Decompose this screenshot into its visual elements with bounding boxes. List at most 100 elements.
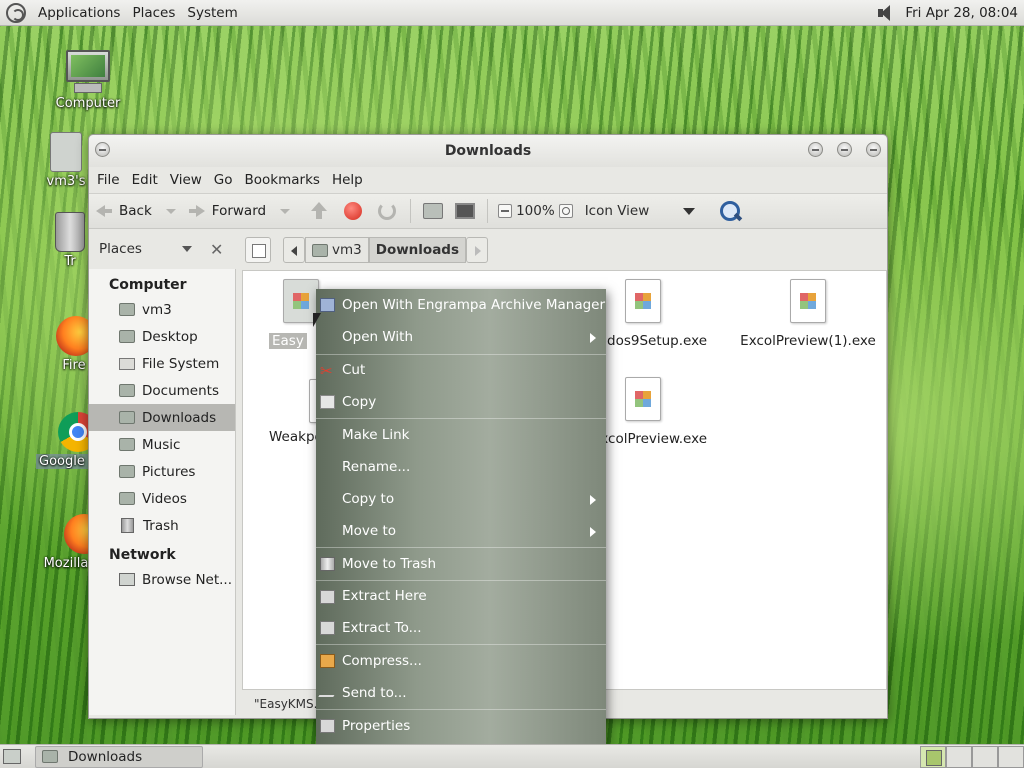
forward-button[interactable]: Forward	[188, 202, 266, 220]
context-menu-item-properties[interactable]: Properties	[316, 708, 606, 741]
menu-go[interactable]: Go	[208, 172, 239, 188]
context-menu-label: Move to Trash	[342, 556, 437, 573]
sidebar-item-label: Desktop	[142, 328, 198, 345]
context-menu-item-make-link[interactable]: Make Link	[316, 418, 606, 450]
forward-history-dropdown[interactable]	[280, 208, 291, 214]
taskbar-item-downloads[interactable]: Downloads	[35, 745, 203, 768]
sidebar-item-label: vm3	[142, 301, 172, 318]
chrome-icon	[58, 412, 90, 452]
network-icon	[119, 573, 135, 586]
desktop-icon-trash[interactable]: Tr	[48, 212, 92, 269]
context-menu-label: Extract Here	[342, 588, 427, 605]
reload-icon[interactable]	[378, 202, 397, 220]
context-menu-label: Copy to	[342, 490, 395, 507]
sidebar-item-trash[interactable]: Trash	[89, 512, 235, 539]
extract-icon	[320, 589, 335, 604]
desktop-icon-label: vm3's	[46, 174, 86, 189]
system-menu[interactable]: System	[181, 5, 243, 21]
menu-edit[interactable]: Edit	[126, 172, 164, 188]
sidebar-item-vm3[interactable]: vm3	[89, 296, 235, 323]
trash-icon	[121, 518, 134, 533]
breadcrumb-scroll-left[interactable]	[283, 237, 305, 263]
context-menu-label: Send to...	[342, 684, 407, 701]
clock[interactable]: Fri Apr 28, 08:04	[905, 5, 1018, 21]
workspace-1[interactable]	[920, 745, 946, 768]
sidebar-item-file-system[interactable]: File System	[89, 350, 235, 377]
sidebar-mode-select[interactable]: Places	[99, 241, 142, 257]
workspace-2[interactable]	[946, 745, 972, 768]
context-menu-item-send-to[interactable]: Send to...	[316, 677, 606, 709]
desktop-icon-label: Fire	[62, 358, 86, 373]
sidebar-item-pictures[interactable]: Pictures	[89, 458, 235, 485]
computer-icon	[64, 50, 112, 94]
close-icon[interactable]: ✕	[210, 240, 223, 259]
sidebar-item-desktop[interactable]: Desktop	[89, 323, 235, 350]
window-titlebar[interactable]: Downloads	[89, 135, 887, 167]
view-mode-select[interactable]: Icon View	[585, 203, 696, 219]
search-icon[interactable]	[719, 200, 741, 222]
workspace-4[interactable]	[998, 745, 1024, 768]
context-menu-item-extract-here[interactable]: Extract Here	[316, 579, 606, 612]
back-button[interactable]: Back	[95, 202, 152, 220]
compress-icon	[320, 654, 335, 669]
menu-bookmarks[interactable]: Bookmarks	[239, 172, 326, 188]
context-menu-item-open-with[interactable]: Open With	[316, 321, 606, 353]
edit-location-icon[interactable]	[245, 237, 271, 263]
context-menu-item-move-to[interactable]: Move to	[316, 515, 606, 547]
desktop-icon-computer[interactable]: Computer	[48, 50, 128, 111]
zoom-out-icon[interactable]	[498, 204, 513, 218]
zoom-in-icon[interactable]	[558, 204, 573, 218]
breadcrumb-scroll-right[interactable]	[466, 237, 489, 263]
context-menu-item-rename[interactable]: Rename...	[316, 450, 606, 482]
context-menu-item-copy-to[interactable]: Copy to	[316, 483, 606, 515]
desktop-icon-firefox[interactable]: Fire	[56, 316, 92, 373]
context-menu-item-cut[interactable]: ✂ Cut	[316, 353, 606, 386]
desktop-icon-chrome[interactable]: Google	[36, 412, 90, 469]
stop-icon[interactable]	[344, 202, 363, 220]
sidebar-item-browse-network[interactable]: Browse Net...	[89, 566, 235, 593]
sidebar-item-label: Pictures	[142, 463, 196, 480]
bottom-panel: Downloads	[0, 744, 1024, 768]
desktop-icon-label: Mozilla	[43, 556, 89, 571]
workspace-3[interactable]	[972, 745, 998, 768]
desktop-icon-home[interactable]: vm3's	[36, 132, 96, 189]
sidebar-item-music[interactable]: Music	[89, 431, 235, 458]
context-menu-label: Copy	[342, 394, 377, 411]
context-menu-item-move-to-trash[interactable]: Move to Trash	[316, 547, 606, 579]
properties-icon	[320, 718, 335, 733]
menu-help[interactable]: Help	[326, 172, 369, 188]
places-menu[interactable]: Places	[126, 5, 181, 21]
sidebar-item-documents[interactable]: Documents	[89, 377, 235, 404]
context-menu-item-extract-to[interactable]: Extract To...	[316, 612, 606, 644]
minimize-button[interactable]	[808, 142, 823, 157]
file-item[interactable]: ExcolPreview(1).exe	[733, 279, 883, 349]
chevron-right-icon	[590, 527, 596, 538]
chevron-down-icon[interactable]	[181, 246, 192, 252]
context-menu-item-compress[interactable]: Compress...	[316, 644, 606, 676]
show-desktop-icon[interactable]	[3, 749, 21, 764]
window-menu-button[interactable]	[95, 142, 110, 157]
sidebar-item-label: Trash	[143, 517, 179, 534]
context-menu-item-open-with-engrampa-archive-manager[interactable]: Open With Engrampa Archive Manager	[316, 289, 606, 321]
file-item[interactable]: Weakpo	[263, 379, 345, 445]
desktop-icon-mozilla[interactable]: Mozilla	[42, 514, 90, 571]
breadcrumb-downloads[interactable]: Downloads	[368, 237, 467, 263]
context-menu-label: Make Link	[342, 426, 410, 443]
context-menu-label: Properties	[342, 717, 411, 734]
sidebar-item-downloads[interactable]: Downloads	[89, 404, 235, 431]
mate-logo-icon[interactable]	[6, 2, 26, 23]
home-icon[interactable]	[423, 203, 444, 219]
maximize-button[interactable]	[837, 142, 852, 157]
menu-file[interactable]: File	[91, 172, 126, 188]
context-menu-item-copy[interactable]: Copy	[316, 386, 606, 418]
up-arrow-icon[interactable]	[308, 200, 330, 222]
menu-view[interactable]: View	[164, 172, 208, 188]
close-button[interactable]	[866, 142, 881, 157]
computer-icon[interactable]	[455, 203, 476, 219]
applications-menu[interactable]: Applications	[32, 5, 126, 21]
sidebar-item-videos[interactable]: Videos	[89, 485, 235, 512]
back-history-dropdown[interactable]	[165, 208, 176, 214]
breadcrumb-vm3[interactable]: vm3	[305, 237, 369, 263]
desktop-icon-label: Google	[36, 454, 90, 469]
volume-icon[interactable]	[875, 4, 897, 22]
